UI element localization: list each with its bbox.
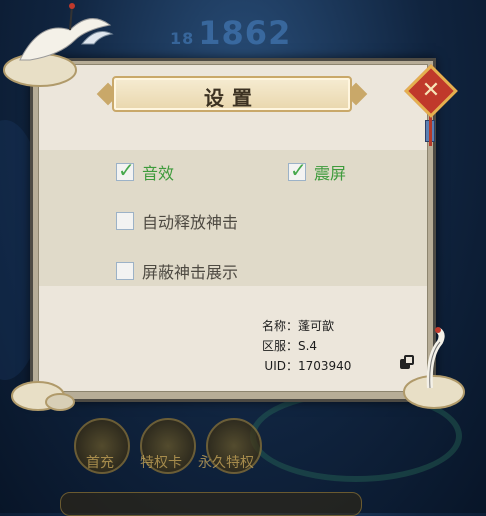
crane-decoration (3, 3, 112, 87)
dialog-title: 设置 (204, 86, 260, 110)
background-score: 18 1862 (170, 14, 292, 52)
sound-effect-option[interactable]: ✓ 音效 (116, 158, 175, 184)
bottom-left-cloud-decoration (11, 381, 75, 411)
screen-shake-checkbox[interactable]: ✓ (288, 158, 307, 182)
name-key: 名称： (261, 319, 298, 333)
auto-skill-checkbox[interactable] (116, 212, 134, 230)
server-value: S.4 (298, 339, 318, 353)
hide-skill-display-label: 屏蔽神击展示 (142, 263, 239, 282)
bottom-right-crane-decoration (403, 327, 465, 409)
screen-shake-option[interactable]: ✓ 震屏 (288, 158, 347, 184)
uid-key: UID： (264, 359, 298, 373)
auto-skill-option[interactable]: 自动释放神击 (116, 209, 238, 233)
first-recharge-label: 首充 (86, 455, 114, 471)
auto-skill-label: 自动释放神击 (142, 213, 239, 232)
permanent-privilege-label: 永久特权 (198, 455, 254, 471)
privilege-card-label: 特权卡 (140, 455, 182, 471)
sound-effect-label: 音效 (142, 164, 175, 183)
title-plaque: 设置 (96, 74, 368, 114)
player-name: 蓬可歆 (298, 319, 335, 333)
close-icon: ✕ (421, 78, 441, 103)
hide-skill-display-checkbox[interactable] (116, 262, 134, 280)
background-bar (60, 492, 362, 516)
screen-shake-label: 震屏 (314, 164, 347, 183)
check-icon: ✓ (290, 158, 307, 182)
uid-value: 1703940 (298, 359, 352, 373)
hide-skill-display-option[interactable]: 屏蔽神击展示 (116, 259, 238, 283)
server-key: 区服： (261, 339, 298, 353)
check-icon: ✓ (118, 158, 135, 182)
sound-effect-checkbox[interactable]: ✓ (116, 158, 135, 182)
small-crane-decoration (80, 31, 114, 45)
player-info: 名称： 蓬可歆 区服： S.4 UID： 1703940 (256, 316, 351, 376)
